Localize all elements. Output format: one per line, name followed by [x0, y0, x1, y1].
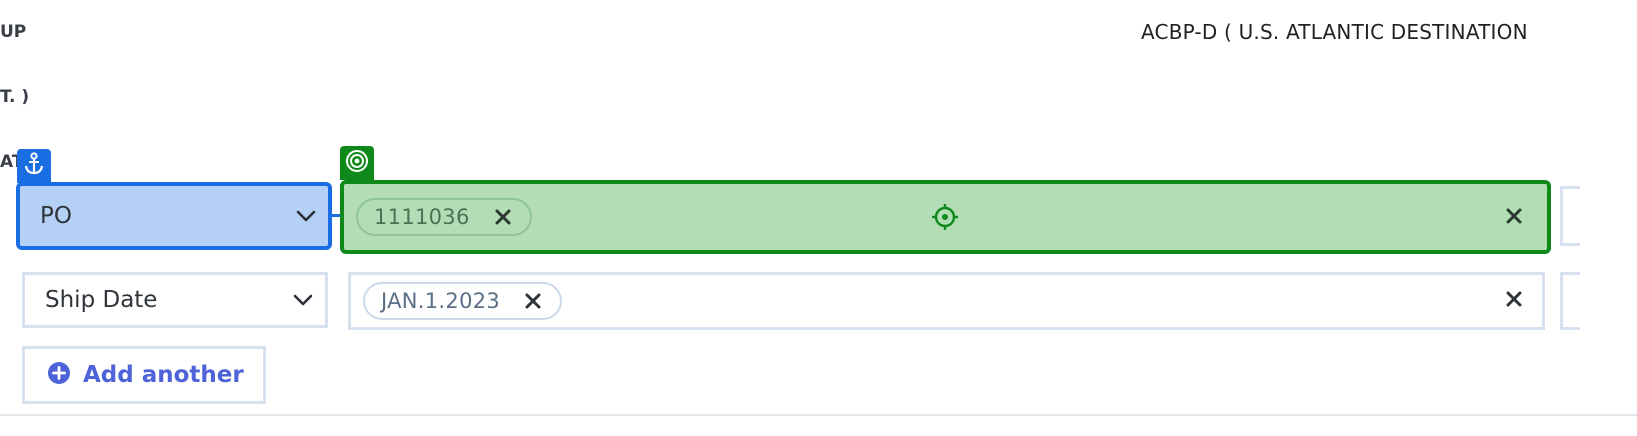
close-icon: [1506, 208, 1522, 228]
clipped-port-label: T. ): [0, 87, 30, 107]
clipped-group-label: UP: [0, 22, 27, 42]
field-select-po[interactable]: PO: [16, 182, 332, 250]
field-select-ship-date[interactable]: Ship Date: [22, 272, 328, 328]
value-input-ship-date[interactable]: JAN.1.2023: [348, 272, 1545, 330]
add-another-label: Add another: [83, 362, 244, 388]
clipped-column-box: [1560, 186, 1580, 246]
target-badge: [340, 146, 374, 180]
close-icon: [1506, 291, 1522, 311]
divider: [0, 414, 1637, 416]
chevron-down-icon: [284, 186, 328, 246]
field-select-label: PO: [40, 203, 72, 229]
close-icon[interactable]: [492, 206, 514, 228]
close-icon[interactable]: [522, 290, 544, 312]
value-chip: JAN.1.2023: [363, 282, 563, 320]
anchor-badge: [17, 149, 51, 183]
add-another-button[interactable]: Add another: [22, 346, 266, 404]
anchor-icon: [23, 152, 45, 180]
target-icon: [344, 148, 370, 178]
value-chip: 1111036: [356, 198, 532, 236]
clear-value-button[interactable]: [1503, 290, 1525, 312]
plus-circle-icon: [47, 361, 71, 389]
clipped-column-box: [1560, 272, 1580, 330]
field-select-label: Ship Date: [45, 287, 158, 313]
value-chip-text: 1111036: [374, 205, 470, 229]
clear-value-button[interactable]: [1503, 207, 1525, 229]
crosshair-icon: [931, 203, 959, 235]
value-chip-text: JAN.1.2023: [381, 289, 501, 313]
chevron-down-icon: [281, 275, 325, 325]
destination-title: ACBP-D ( U.S. ATLANTIC DESTINATION: [1141, 20, 1528, 44]
